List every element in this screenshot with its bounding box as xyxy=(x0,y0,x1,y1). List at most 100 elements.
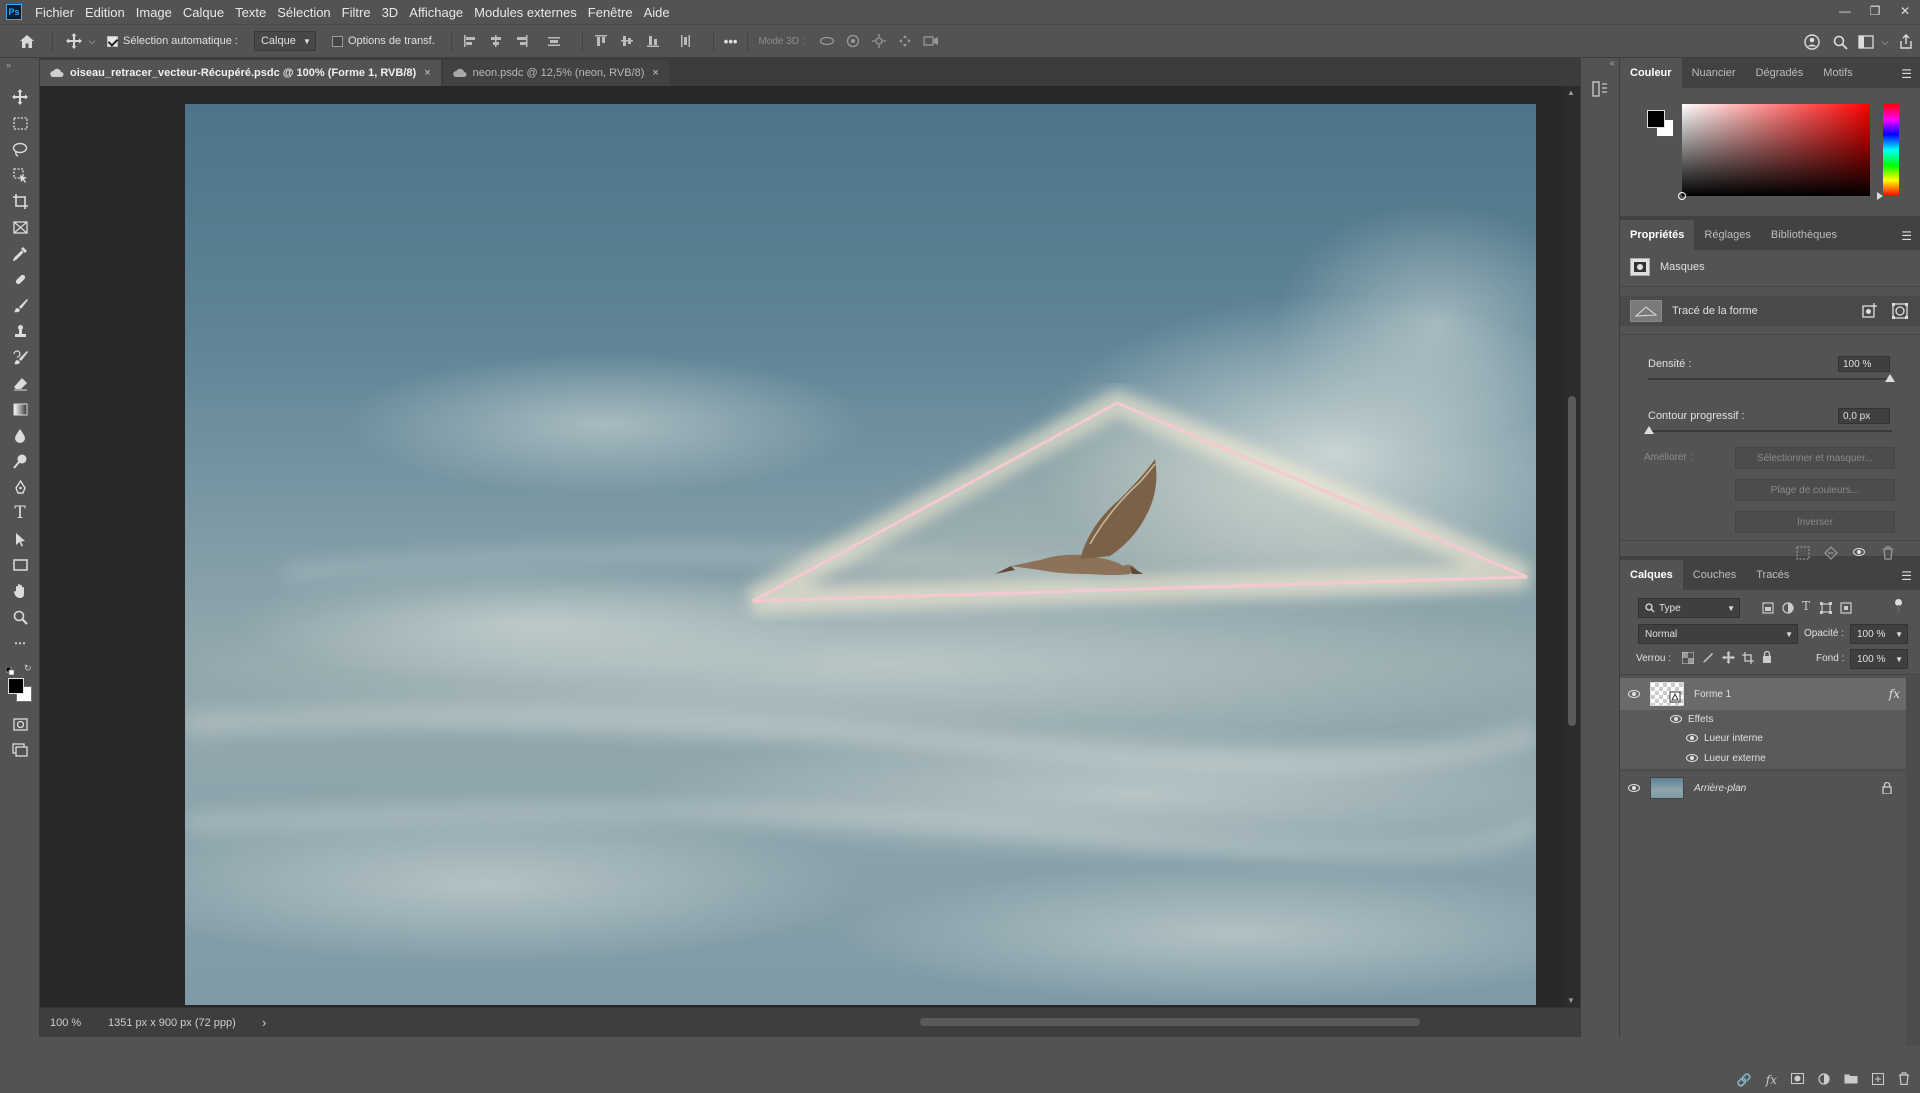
transform-options-checkbox[interactable] xyxy=(331,35,343,47)
new-group-icon[interactable] xyxy=(1844,1073,1858,1087)
brush-tool-icon[interactable] xyxy=(8,294,32,316)
lock-position-icon[interactable] xyxy=(1722,651,1735,667)
slide-3d-icon[interactable] xyxy=(897,33,913,49)
visibility-eye-icon[interactable] xyxy=(1852,548,1866,557)
menu-filtre[interactable]: Filtre xyxy=(342,5,371,20)
collapse-dock-icon[interactable]: « xyxy=(1609,58,1615,69)
opacity-input[interactable]: 100 % ▼ xyxy=(1850,624,1908,644)
density-slider-knob[interactable] xyxy=(1885,374,1895,382)
filter-shape-icon[interactable] xyxy=(1820,602,1832,617)
swap-colors-icon[interactable]: ↻ xyxy=(24,663,32,674)
foreground-color-swatch[interactable] xyxy=(8,678,24,694)
menu-edition[interactable]: Edition xyxy=(85,5,125,20)
history-panel-icon[interactable] xyxy=(1591,80,1611,100)
object-select-tool-icon[interactable] xyxy=(8,164,32,186)
document-canvas[interactable] xyxy=(185,104,1536,1005)
color-range-button[interactable]: Plage de couleurs... xyxy=(1735,479,1895,501)
zoom-tool-icon[interactable] xyxy=(8,606,32,628)
menu-affichage[interactable]: Affichage xyxy=(409,5,463,20)
minimize-icon[interactable]: — xyxy=(1830,0,1860,22)
align-right-icon[interactable] xyxy=(514,33,530,49)
canvas-viewport[interactable] xyxy=(40,86,1580,1007)
add-mask-icon[interactable] xyxy=(1791,1073,1804,1087)
more-options-button[interactable]: ••• xyxy=(724,34,738,49)
search-icon[interactable] xyxy=(1826,35,1854,50)
lock-all-icon[interactable] xyxy=(1762,650,1772,666)
align-middle-icon[interactable] xyxy=(619,33,635,49)
home-icon[interactable] xyxy=(12,34,42,49)
workspace-icon[interactable] xyxy=(1854,35,1878,49)
lock-icon[interactable] xyxy=(1882,782,1892,794)
roll-3d-icon[interactable] xyxy=(845,33,861,49)
path-selection-tool-icon[interactable] xyxy=(8,528,32,550)
menu-fichier[interactable]: Fichier xyxy=(35,5,74,20)
lock-artboard-icon[interactable] xyxy=(1742,652,1754,667)
move-tool-icon[interactable] xyxy=(63,33,85,49)
menu-fenetre[interactable]: Fenêtre xyxy=(588,5,633,20)
blend-mode-dropdown[interactable]: Normal ▼ xyxy=(1638,624,1798,644)
close-window-icon[interactable]: ✕ xyxy=(1890,0,1920,22)
hand-tool-icon[interactable] xyxy=(8,580,32,602)
tab-degrades[interactable]: Dégradés xyxy=(1746,58,1814,88)
visibility-eye-icon[interactable] xyxy=(1620,783,1648,793)
auto-select-dropdown[interactable]: Calque ▼ xyxy=(253,31,316,51)
filter-type-icon[interactable]: T xyxy=(1802,599,1810,613)
effect-outer-glow-row[interactable]: Lueur externe xyxy=(1620,748,1906,768)
tab-motifs[interactable]: Motifs xyxy=(1813,58,1862,88)
tab-neon[interactable]: neon.psdc @ 12,5% (neon, RVB/8) × xyxy=(442,60,669,86)
tab-oiseau[interactable]: oiseau_retracer_vecteur-Récupéré.psdc @ … xyxy=(40,60,441,86)
restore-icon[interactable]: ❐ xyxy=(1860,0,1890,22)
align-left-icon[interactable] xyxy=(462,33,478,49)
filter-smart-object-icon[interactable] xyxy=(1840,602,1852,617)
horizontal-scroll-thumb[interactable] xyxy=(920,1018,1420,1026)
horizontal-scrollbar[interactable] xyxy=(280,1008,1580,1038)
tab-traces[interactable]: Tracés xyxy=(1746,560,1799,590)
lock-pixels-icon[interactable] xyxy=(1702,652,1714,667)
menu-texte[interactable]: Texte xyxy=(235,5,266,20)
menu-3d[interactable]: 3D xyxy=(382,5,399,20)
screen-mode-icon[interactable] xyxy=(8,739,32,761)
scroll-down-icon[interactable]: ▼ xyxy=(1567,996,1575,1005)
filter-adjustment-icon[interactable] xyxy=(1782,602,1794,617)
gradient-tool-icon[interactable] xyxy=(8,398,32,420)
feather-input[interactable]: 0,0 px xyxy=(1838,408,1890,424)
share-icon[interactable] xyxy=(1892,34,1920,50)
hue-slider[interactable] xyxy=(1883,104,1899,196)
close-tab-icon[interactable]: × xyxy=(424,67,430,79)
more-tools-icon[interactable]: ⋯ xyxy=(8,632,32,654)
invert-button[interactable]: Inverser xyxy=(1735,511,1895,533)
distribute-icon[interactable] xyxy=(546,33,562,49)
type-tool-icon[interactable]: T xyxy=(8,502,32,524)
chevron-down-icon[interactable]: ⌵ xyxy=(85,36,99,47)
new-adjustment-layer-icon[interactable] xyxy=(1818,1072,1830,1088)
add-layer-style-icon[interactable]: fx xyxy=(1766,1073,1777,1087)
panel-menu-icon[interactable]: ☰ xyxy=(1901,229,1912,243)
move-tool-icon[interactable] xyxy=(8,86,32,108)
status-arrow-icon[interactable]: › xyxy=(262,1015,266,1030)
orbit-3d-icon[interactable] xyxy=(819,33,835,49)
auto-select-checkbox[interactable] xyxy=(107,35,118,47)
frame-tool-icon[interactable] xyxy=(8,216,32,238)
filter-toggle-icon[interactable] xyxy=(1894,598,1903,614)
visibility-eye-icon[interactable] xyxy=(1668,714,1684,724)
layer-row-forme-1[interactable]: Forme 1 fx xyxy=(1620,678,1906,710)
select-and-mask-button[interactable]: Sélectionner et masquer... xyxy=(1735,447,1895,469)
menu-modules-externes[interactable]: Modules externes xyxy=(474,5,577,20)
color-picker-field[interactable] xyxy=(1682,104,1870,196)
lock-transparent-icon[interactable] xyxy=(1681,651,1695,667)
link-layers-icon[interactable]: 🔗 xyxy=(1737,1073,1752,1087)
feather-slider[interactable] xyxy=(1648,430,1892,432)
hue-slider-knob[interactable] xyxy=(1877,192,1883,200)
clone-stamp-tool-icon[interactable] xyxy=(8,320,32,342)
dodge-tool-icon[interactable] xyxy=(8,450,32,472)
visibility-eye-icon[interactable] xyxy=(1684,733,1700,743)
vertical-scroll-thumb[interactable] xyxy=(1568,396,1576,726)
effect-inner-glow-row[interactable]: Lueur interne xyxy=(1620,728,1906,748)
feather-slider-knob[interactable] xyxy=(1644,426,1654,434)
lasso-tool-icon[interactable] xyxy=(8,138,32,160)
tab-reglages[interactable]: Réglages xyxy=(1694,220,1760,250)
share-user-icon[interactable] xyxy=(1798,34,1826,50)
density-slider[interactable] xyxy=(1648,378,1892,380)
density-input[interactable]: 100 % xyxy=(1838,356,1890,372)
menu-calque[interactable]: Calque xyxy=(183,5,224,20)
